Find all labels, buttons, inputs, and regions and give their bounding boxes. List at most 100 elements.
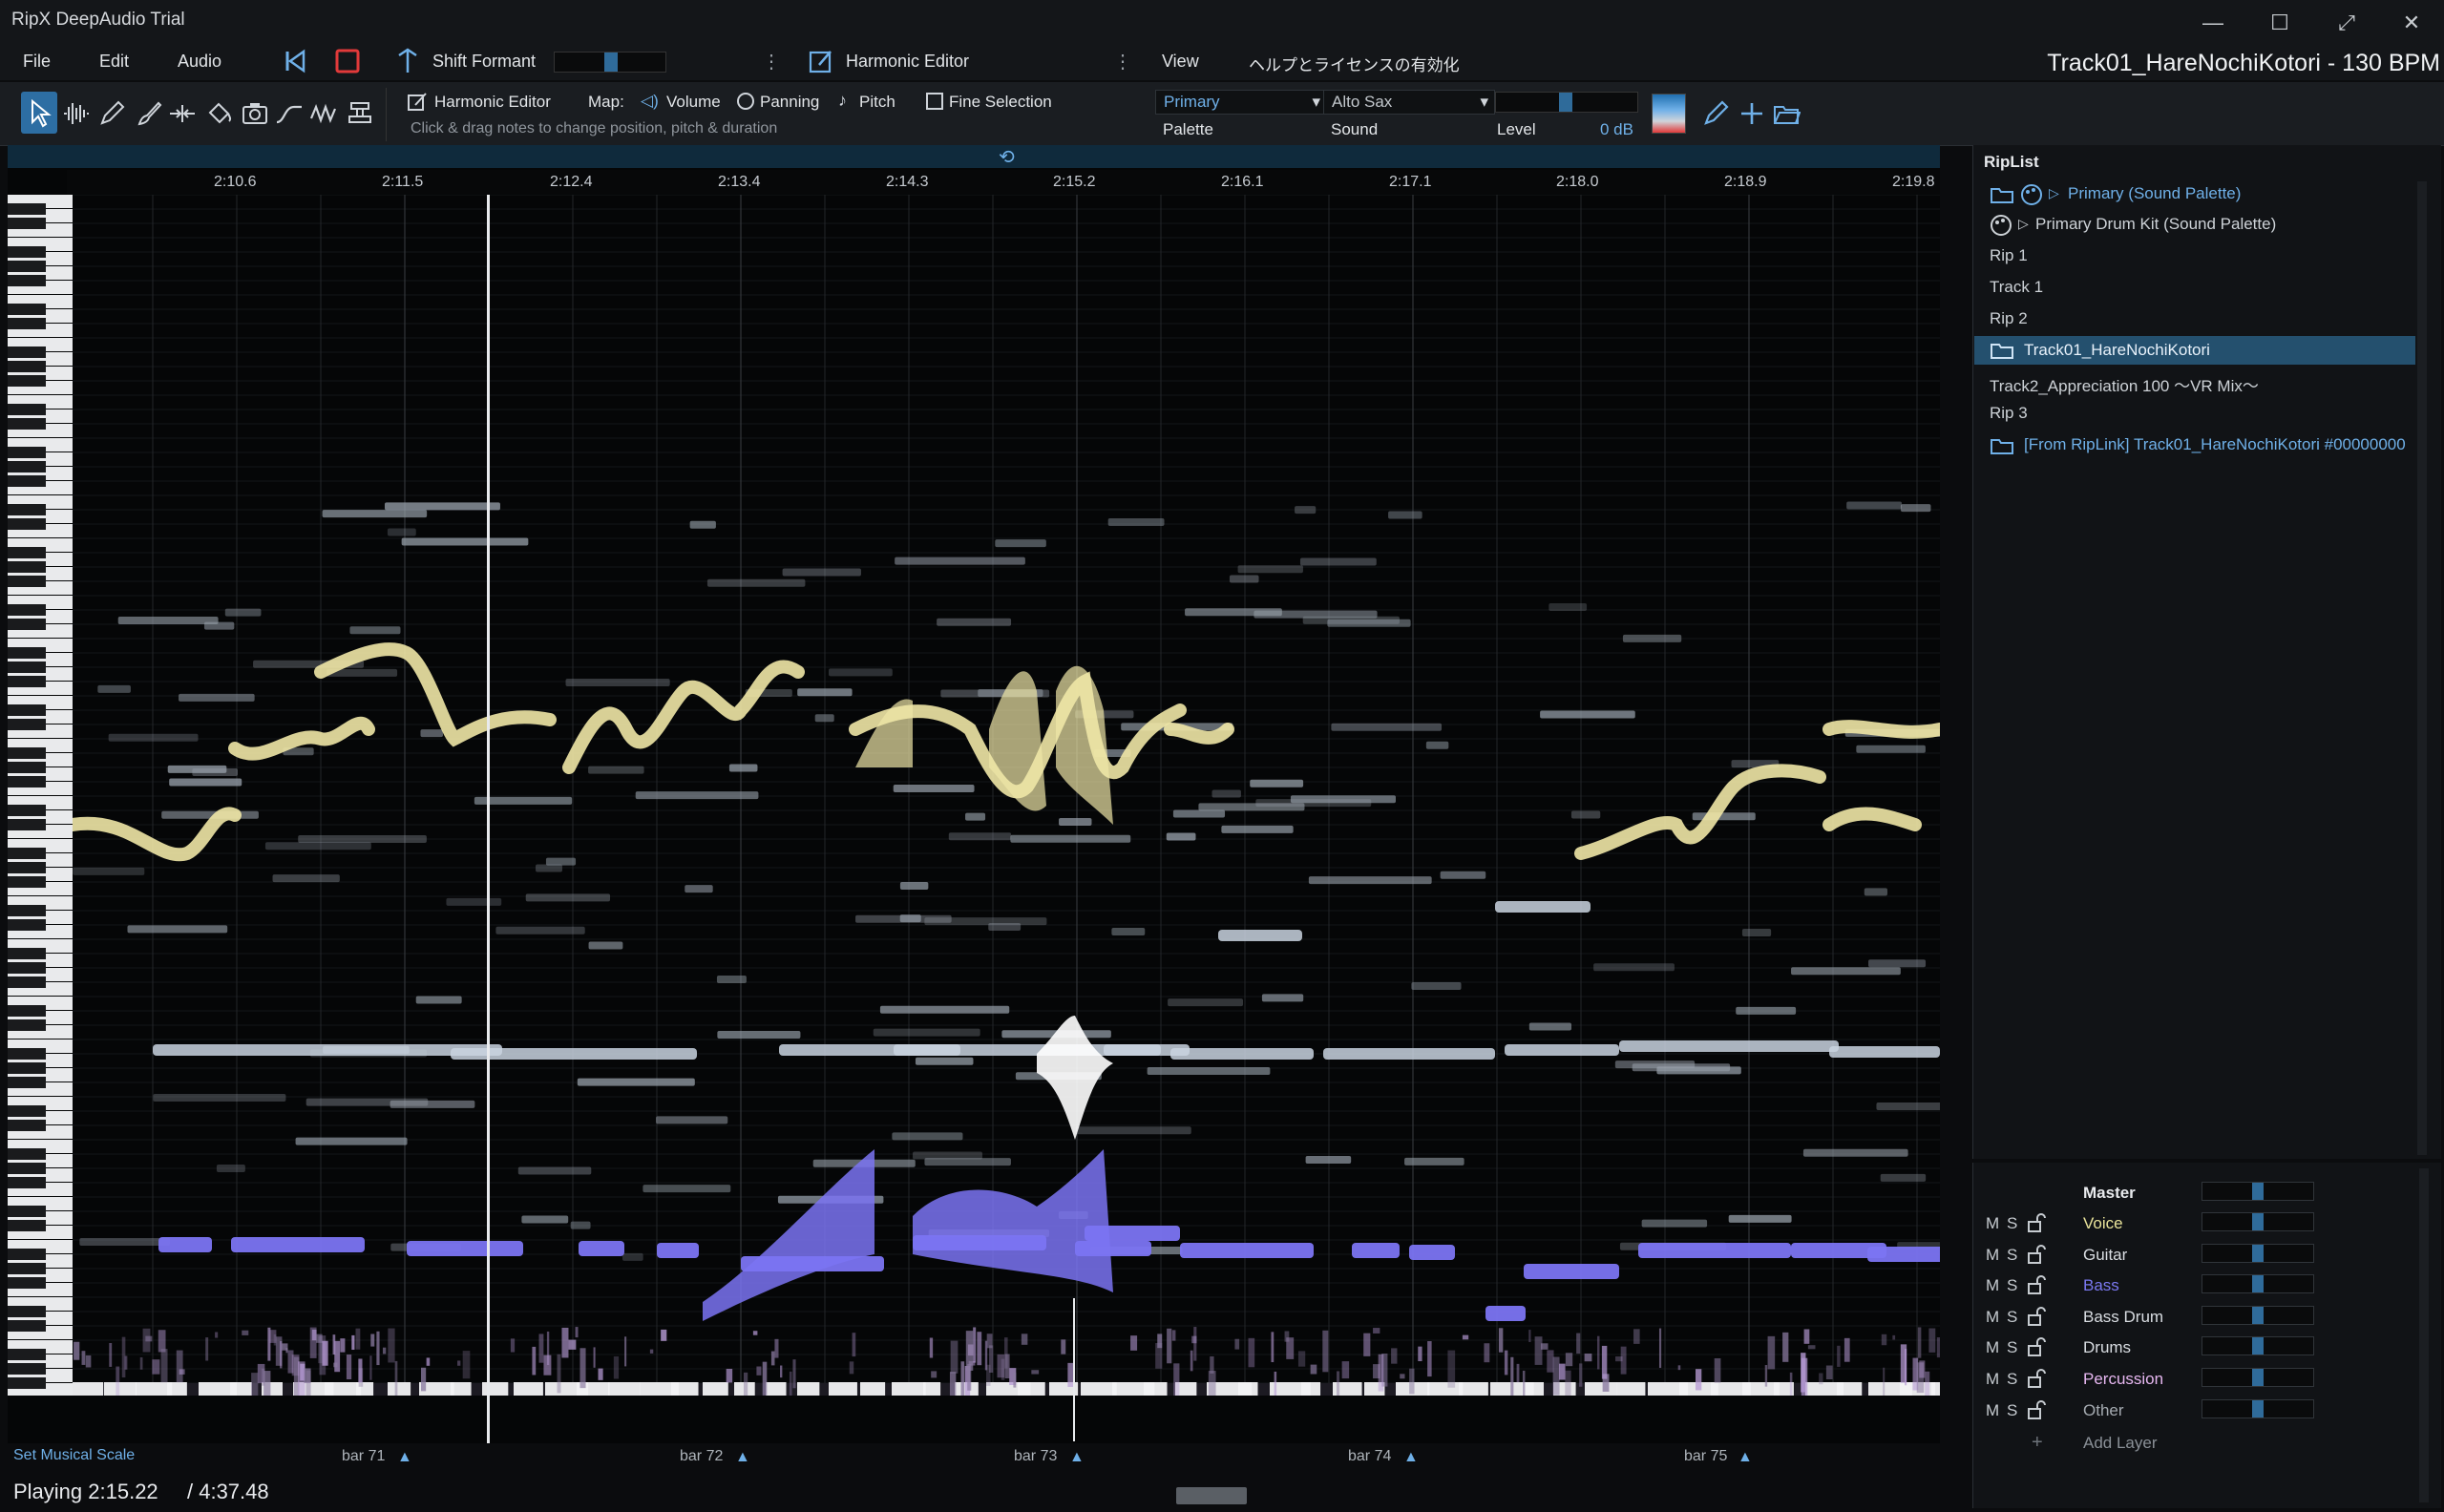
black-key[interactable] — [8, 1263, 46, 1274]
note[interactable] — [1900, 504, 1931, 513]
note[interactable] — [179, 693, 255, 702]
black-key[interactable] — [8, 218, 46, 229]
note[interactable] — [855, 699, 913, 767]
black-key[interactable] — [8, 346, 46, 358]
note[interactable] — [384, 502, 500, 511]
note[interactable] — [545, 857, 577, 866]
layer-volume-slider[interactable] — [2202, 1244, 2314, 1263]
note[interactable] — [1144, 1382, 1168, 1396]
note[interactable] — [1301, 1382, 1321, 1396]
note[interactable] — [577, 1078, 695, 1086]
solo-button[interactable]: S — [2007, 1370, 2017, 1389]
note[interactable] — [401, 537, 529, 546]
layer-name[interactable]: Percussion — [2083, 1370, 2163, 1389]
bar-marker-icon[interactable]: ▲ — [735, 1449, 750, 1466]
black-key[interactable] — [8, 976, 46, 988]
note[interactable] — [1440, 871, 1486, 879]
note[interactable] — [608, 1382, 641, 1396]
note[interactable] — [923, 1382, 941, 1396]
note[interactable] — [570, 1221, 591, 1229]
note[interactable] — [1180, 1243, 1314, 1258]
black-key[interactable] — [8, 862, 46, 873]
black-key[interactable] — [8, 375, 46, 387]
formant-slider[interactable] — [554, 52, 666, 73]
note[interactable] — [1802, 1148, 1908, 1157]
playhead[interactable] — [487, 195, 490, 1445]
note[interactable] — [1736, 1006, 1797, 1015]
black-key[interactable] — [8, 719, 46, 730]
solo-button[interactable]: S — [2007, 1401, 2017, 1420]
note[interactable] — [1250, 779, 1304, 788]
black-key[interactable] — [8, 361, 46, 372]
note[interactable] — [565, 678, 670, 686]
paint-bucket-tool-icon[interactable] — [204, 99, 233, 128]
master-volume-slider[interactable] — [2202, 1182, 2314, 1201]
play-icon[interactable]: ▷ — [2018, 216, 2029, 232]
note[interactable] — [622, 1252, 643, 1261]
note[interactable] — [1056, 665, 1113, 825]
set-musical-scale-link[interactable]: Set Musical Scale — [13, 1447, 135, 1464]
note[interactable] — [913, 1151, 982, 1160]
menu-audio[interactable]: Audio — [178, 52, 221, 72]
black-key[interactable] — [8, 1019, 46, 1031]
riplist-item-track[interactable]: Track2_Appreciation 100 〜VR Mix〜 — [1990, 372, 2259, 396]
note-canvas[interactable] — [73, 195, 1940, 1396]
black-key[interactable] — [8, 704, 46, 716]
note[interactable] — [136, 1382, 173, 1396]
note[interactable] — [797, 1382, 820, 1396]
note[interactable] — [1593, 963, 1675, 972]
note[interactable] — [1411, 981, 1462, 990]
note[interactable] — [525, 893, 611, 902]
note[interactable] — [717, 1030, 801, 1039]
note[interactable] — [1299, 557, 1377, 566]
black-key[interactable] — [8, 1005, 46, 1017]
note[interactable] — [169, 778, 242, 787]
black-key[interactable] — [8, 919, 46, 931]
note[interactable] — [295, 1137, 408, 1145]
black-key[interactable] — [8, 547, 46, 558]
black-key[interactable] — [8, 561, 46, 573]
note[interactable] — [899, 882, 929, 891]
black-key[interactable] — [8, 1277, 46, 1289]
note[interactable] — [298, 834, 427, 843]
close-button[interactable]: ✕ — [2391, 6, 2433, 40]
riplist-item-rip[interactable]: Rip 1 — [1990, 246, 2028, 265]
split-tool-icon[interactable] — [168, 99, 197, 128]
note[interactable] — [1822, 807, 1922, 831]
note[interactable] — [879, 1005, 1010, 1014]
lock-icon[interactable] — [2026, 1368, 2047, 1389]
note[interactable] — [1528, 1022, 1571, 1031]
layer-volume-slider[interactable] — [2202, 1368, 2314, 1387]
note[interactable] — [828, 668, 893, 677]
palette-dropdown[interactable]: Primary ▾ — [1155, 90, 1327, 115]
lock-icon[interactable] — [2026, 1274, 2047, 1295]
note[interactable] — [1404, 1157, 1464, 1166]
black-key[interactable] — [8, 1320, 46, 1332]
note[interactable] — [1741, 929, 1772, 937]
bar-marker-icon[interactable]: ▲ — [1069, 1449, 1085, 1466]
layer-name[interactable]: Drums — [2083, 1338, 2131, 1357]
note[interactable] — [108, 733, 199, 742]
note[interactable] — [948, 832, 1012, 841]
note[interactable] — [73, 867, 145, 875]
note[interactable] — [635, 791, 759, 800]
solo-button[interactable]: S — [2007, 1308, 2017, 1327]
vibrato-tool-icon[interactable] — [309, 99, 338, 128]
layer-volume-slider[interactable] — [2202, 1336, 2314, 1355]
folder-icon[interactable] — [1990, 185, 2014, 209]
note[interactable] — [643, 1185, 731, 1193]
solo-button[interactable]: S — [2007, 1338, 2017, 1357]
black-key[interactable] — [8, 461, 46, 472]
menu-edit[interactable]: Edit — [99, 52, 129, 72]
note[interactable] — [536, 864, 562, 872]
note[interactable] — [1237, 565, 1303, 574]
note[interactable] — [728, 764, 758, 772]
note[interactable] — [588, 941, 623, 950]
note[interactable] — [766, 1382, 787, 1396]
note[interactable] — [167, 765, 227, 773]
riplist-item-primary-palette[interactable]: Primary (Sound Palette) — [2068, 184, 2241, 203]
black-key[interactable] — [8, 676, 46, 687]
note[interactable] — [167, 1382, 187, 1396]
black-key[interactable] — [8, 1377, 46, 1389]
note[interactable] — [161, 810, 259, 819]
